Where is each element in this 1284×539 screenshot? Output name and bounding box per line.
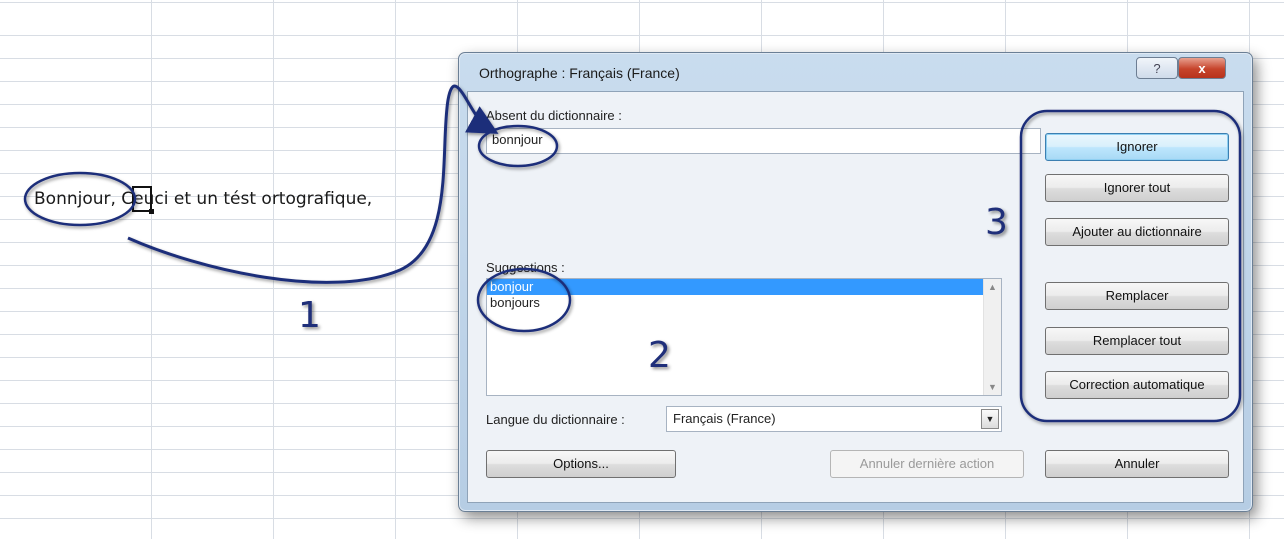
scroll-down-icon[interactable]: ▼	[984, 379, 1001, 395]
cancel-button[interactable]: Annuler	[1045, 450, 1229, 478]
dialog-body: Absent du dictionnaire : bonnjour Sugges…	[467, 91, 1244, 503]
suggestions-label: Suggestions :	[486, 260, 565, 275]
dictionary-language-value: Français (France)	[673, 411, 776, 426]
suggestions-list[interactable]: bonjour bonjours ▲ ▼	[486, 278, 1002, 396]
active-cell-cursor	[132, 186, 154, 214]
add-to-dictionary-button[interactable]: Ajouter au dictionnaire	[1045, 218, 1229, 246]
annotation-number-3: 3	[985, 202, 1008, 243]
dialog-title: Orthographe : Français (France)	[479, 65, 680, 81]
chevron-down-icon[interactable]: ▼	[981, 409, 999, 429]
help-button[interactable]: ?	[1136, 57, 1178, 79]
misspelled-word: bonnjour	[492, 132, 543, 147]
replace-button[interactable]: Remplacer	[1045, 282, 1229, 310]
suggestion-item-bonjour[interactable]: bonjour	[487, 279, 984, 295]
suggestions-scrollbar[interactable]: ▲ ▼	[983, 279, 1001, 395]
not-in-dictionary-label: Absent du dictionnaire :	[486, 108, 622, 123]
scroll-up-icon[interactable]: ▲	[984, 279, 1001, 295]
dialog-titlebar[interactable]: Orthographe : Français (France) ? x	[459, 53, 1252, 91]
options-button[interactable]: Options...	[486, 450, 676, 478]
annotation-number-2: 2	[648, 335, 671, 376]
cell-text: Bonnjour, Ceuci et un tést ortografique,	[34, 189, 373, 209]
spelling-dialog: Orthographe : Français (France) ? x Abse…	[458, 52, 1253, 512]
undo-last-button[interactable]: Annuler dernière action	[830, 450, 1024, 478]
not-in-dictionary-field[interactable]: bonnjour	[486, 128, 1041, 154]
annotation-number-1: 1	[298, 295, 321, 336]
replace-all-button[interactable]: Remplacer tout	[1045, 327, 1229, 355]
close-button[interactable]: x	[1178, 57, 1226, 79]
ignore-button[interactable]: Ignorer	[1045, 133, 1229, 161]
dictionary-language-select[interactable]: Français (France) ▼	[666, 406, 1002, 432]
autocorrect-button[interactable]: Correction automatique	[1045, 371, 1229, 399]
ignore-all-button[interactable]: Ignorer tout	[1045, 174, 1229, 202]
suggestion-item-bonjours[interactable]: bonjours	[487, 295, 984, 311]
dictionary-language-label: Langue du dictionnaire :	[486, 412, 625, 427]
